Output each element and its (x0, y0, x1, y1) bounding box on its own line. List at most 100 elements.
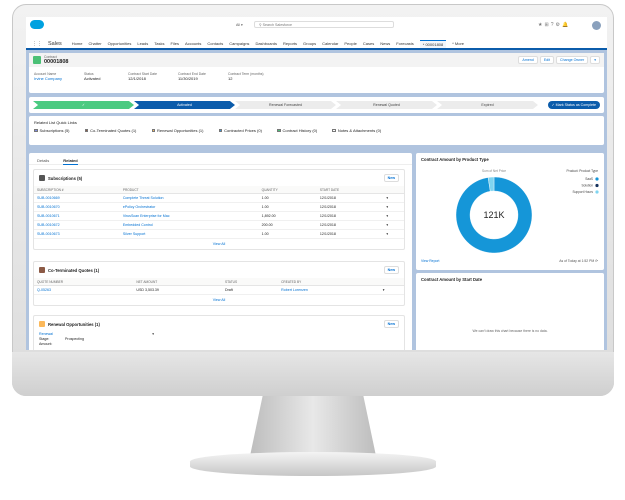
donut-center-label: 121K (483, 210, 504, 220)
app-launcher-icon[interactable]: ⋮⋮ (32, 41, 42, 47)
net-amount: USD 3,503.39 (133, 285, 222, 295)
path-step-current[interactable]: Activated (134, 101, 235, 109)
column-header[interactable]: QUOTE NUMBER (34, 278, 134, 286)
new-button[interactable]: New (383, 320, 399, 328)
quantity: 1.00 (258, 193, 317, 203)
status: Draft (221, 285, 279, 295)
subscription-link[interactable]: SUB-0010669 (34, 193, 120, 203)
product-link[interactable]: Complete Threat Solution (119, 193, 259, 203)
nav-item[interactable]: Files (171, 41, 179, 46)
nav-item[interactable]: Forecasts (396, 41, 414, 46)
quantity: 200.00 (258, 220, 317, 230)
quick-links: Related List Quick Links Subscriptions (… (29, 116, 604, 145)
product-link[interactable]: VirusScan Enterprise for Mac (119, 211, 259, 221)
nav-item[interactable]: Chatter (88, 41, 101, 46)
search-input[interactable]: ⚲ Search Salesforce (254, 21, 394, 28)
change-owner-button[interactable]: Change Owner (556, 56, 589, 64)
quote-link[interactable]: Q-05263 (34, 285, 134, 295)
field-end: Contract End Date 11/30/2019 (178, 72, 214, 81)
search-scope[interactable]: All ▾ (236, 23, 243, 27)
monitor-chin (12, 352, 614, 396)
subscription-link[interactable]: SUB-0010671 (34, 211, 120, 221)
legend-swatch (595, 190, 599, 194)
view-all-link[interactable]: View All (34, 239, 404, 249)
nav-item[interactable]: News (380, 41, 390, 46)
quick-link[interactable]: Contract History (0) (277, 128, 317, 133)
path-step-complete[interactable]: ✓ (33, 101, 134, 109)
more-actions-button[interactable]: ▾ (590, 56, 600, 64)
row-menu-icon[interactable]: ▾ (383, 211, 404, 221)
header-icons: ★⊞?⚙🔔 (538, 22, 570, 28)
refresh-icon[interactable]: ⟳ (595, 259, 598, 263)
subscription-link[interactable]: SUB-0010673 (34, 229, 120, 239)
nav-item[interactable]: Tasks (154, 41, 164, 46)
nav-item[interactable]: People (344, 41, 356, 46)
quick-link-label: Renewal Opportunities (1) (157, 128, 204, 133)
nav-item[interactable]: Home (72, 41, 83, 46)
row-menu-icon[interactable]: ▾ (152, 332, 154, 337)
subscription-link[interactable]: SUB-0010672 (34, 220, 120, 230)
mark-complete-button[interactable]: ✓ Mark Status as Complete (547, 101, 600, 109)
nav-item[interactable]: Dashboards (255, 41, 277, 46)
salesforce-logo (30, 20, 44, 29)
nav-item[interactable]: Contacts (207, 41, 223, 46)
nav-item[interactable]: Opportunities (108, 41, 132, 46)
column-header[interactable]: QUANTITY (258, 186, 317, 194)
path-step[interactable]: Renewal Quoted (336, 101, 437, 109)
quick-link[interactable]: Subscriptions (5) (34, 128, 70, 133)
nav-item[interactable]: Leads (137, 41, 148, 46)
avatar[interactable] (592, 21, 601, 30)
tab-details[interactable]: Details (37, 158, 49, 164)
product-link[interactable]: Embedded Control (119, 220, 259, 230)
subscriptions-table: SUBSCRIPTION # PRODUCT QUANTITY START DATE … (34, 186, 404, 239)
nav-bar: ⋮⋮ Sales Home Chatter Opportunities Lead… (26, 39, 607, 50)
row-menu-icon[interactable]: ▾ (383, 220, 404, 230)
quick-link-label: Notes & Attachments (0) (337, 128, 382, 133)
amend-button[interactable]: Amend (518, 56, 538, 64)
opportunity-icon (39, 321, 45, 327)
column-header[interactable]: STATUS (221, 278, 279, 286)
edit-button[interactable]: Edit (539, 56, 555, 64)
row-menu-icon[interactable]: ▾ (383, 202, 404, 212)
column-header[interactable]: SUBSCRIPTION # (34, 186, 120, 194)
created-by-link[interactable]: Robert Lorenzen (278, 285, 380, 295)
quotes-list: Co-Terminated Quotes (1) New QUOTE NUMBER… (33, 261, 405, 306)
view-report-link[interactable]: View Report (421, 259, 439, 263)
product-link[interactable]: Silver Support (119, 229, 259, 239)
view-all-link[interactable]: View All (34, 295, 404, 305)
path-step[interactable]: Renewal Forecasted (235, 101, 336, 109)
table-row: Q-05263 USD 3,503.39 Draft Robert Lorenzen ▾ (34, 285, 404, 295)
nav-item[interactable]: Cases (363, 41, 374, 46)
quick-link-label: Contracted Prices (0) (224, 128, 262, 133)
nav-item[interactable]: Accounts (185, 41, 201, 46)
path-bar: ✓ Activated Renewal Forecasted Renewal Q… (29, 97, 604, 113)
nav-more[interactable]: * More (452, 41, 464, 46)
product-link[interactable]: ePolicy Orchestrator (119, 202, 259, 212)
column-header[interactable]: CREATED BY (278, 278, 380, 286)
column-header[interactable]: PRODUCT (119, 186, 259, 194)
stage-value: Prospecting (65, 337, 84, 341)
account-link[interactable]: Irvine Company (34, 76, 70, 81)
tab-active-record[interactable]: * 00001808 (419, 39, 447, 48)
column-header[interactable]: NET AMOUNT (133, 278, 222, 286)
quick-link[interactable]: Contracted Prices (0) (218, 128, 262, 133)
column-header[interactable]: START DATE (316, 186, 384, 194)
path-step[interactable]: Expired (437, 101, 538, 109)
nav-item[interactable]: Reports (283, 41, 297, 46)
row-menu-icon[interactable]: ▾ (383, 229, 404, 239)
quick-link[interactable]: Co-Terminated Quotes (1) (84, 128, 136, 133)
nav-item[interactable]: Groups (303, 41, 316, 46)
bell-icon[interactable]: 🔔 (562, 22, 570, 28)
row-menu-icon[interactable]: ▾ (383, 193, 404, 203)
start-date: 12/1/2018 (316, 202, 384, 212)
row-menu-icon[interactable]: ▾ (379, 285, 404, 295)
tab-related[interactable]: Related (63, 158, 78, 165)
nav-item[interactable]: Campaigns (229, 41, 249, 46)
quick-link[interactable]: Renewal Opportunities (1) (151, 128, 204, 133)
nav-item[interactable]: Calendar (322, 41, 338, 46)
subscription-link[interactable]: SUB-0010670 (34, 202, 120, 212)
start-date: 12/1/2018 (316, 220, 384, 230)
new-button[interactable]: New (383, 266, 399, 274)
new-button[interactable]: New (383, 174, 399, 182)
quick-link[interactable]: Notes & Attachments (0) (332, 128, 381, 133)
